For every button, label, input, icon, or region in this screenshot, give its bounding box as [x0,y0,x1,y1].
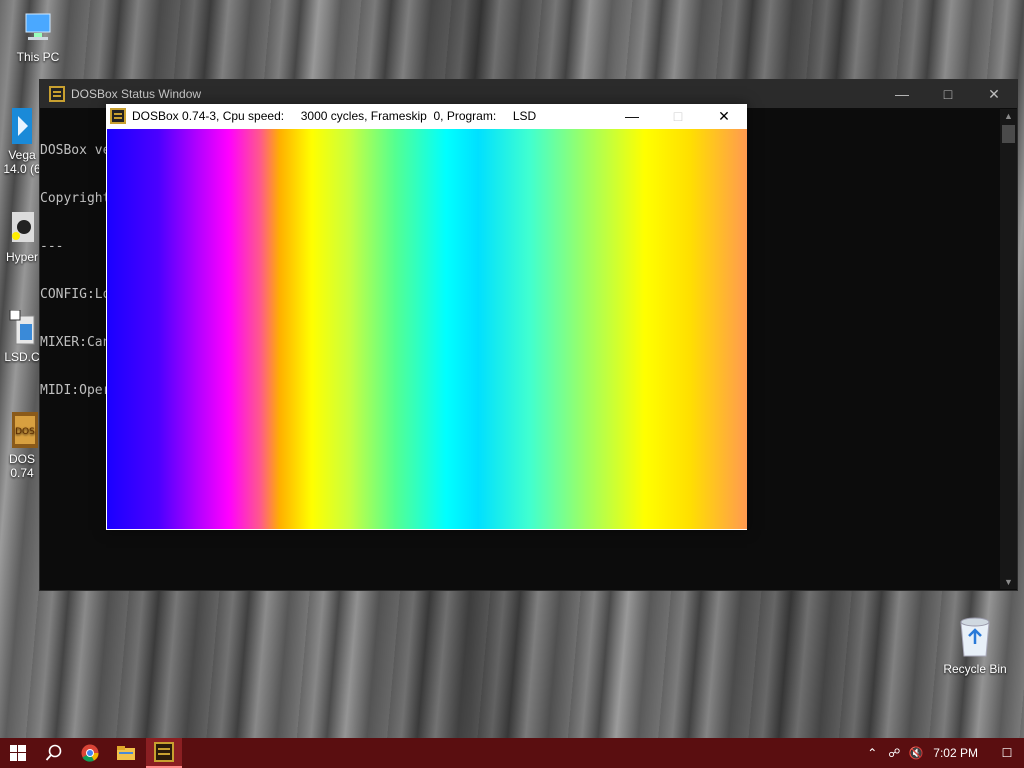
folder-icon [117,746,135,760]
maximize-button: □ [673,108,683,124]
chrome-taskbar-button[interactable] [72,738,108,768]
status-window-title: DOSBox Status Window [71,87,202,101]
dosbox-taskbar-button[interactable] [146,738,182,768]
scroll-thumb[interactable] [1002,125,1015,143]
close-button[interactable]: ✕ [971,80,1017,108]
dosbox-window[interactable]: DOSBox 0.74-3, Cpu speed: 3000 cycles, F… [106,104,747,530]
scroll-up-icon[interactable]: ▲ [1000,109,1017,123]
taskbar: ⌃ ☍ 🔇 7:02 PM ☐ [0,738,1024,768]
dosbox-window-titlebar[interactable]: DOSBox 0.74-3, Cpu speed: 3000 cycles, F… [106,104,747,128]
recycle-bin-label: Recycle Bin [943,662,1007,676]
vegas-icon [6,108,38,146]
minimize-button[interactable]: — [609,104,655,128]
notifications-icon[interactable]: ☐ [990,746,1024,760]
desktop-icon-label: This PC [16,50,60,64]
executable-icon [6,309,38,348]
network-icon[interactable]: ☍ [883,746,905,760]
svg-text:DOS: DOS [15,427,35,437]
scroll-down-icon[interactable]: ▼ [1000,575,1017,589]
dosbox-screen[interactable] [107,129,747,529]
system-tray: ⌃ ☍ 🔇 7:02 PM ☐ [861,738,1024,768]
dosbox-icon [154,742,174,762]
search-icon [45,744,62,761]
clock[interactable]: 7:02 PM [927,746,990,760]
vertical-scrollbar[interactable]: ▲ ▼ [1000,109,1017,589]
minimize-button[interactable]: — [879,80,925,108]
desktop-icon-recycle-bin[interactable]: Recycle Bin [940,614,1010,676]
dosbox-icon: DOS [6,412,38,450]
windows-icon [10,745,26,761]
computer-icon [22,10,54,48]
dosbox-window-title: DOSBox 0.74-3, Cpu speed: 3000 cycles, F… [132,109,537,123]
chrome-icon [81,744,99,762]
desktop-icon-this-pc[interactable]: This PC [2,10,74,64]
recycle-bin-icon [955,614,995,658]
dosbox-app-icon [49,86,65,102]
close-button[interactable]: ✕ [701,104,747,128]
start-button[interactable] [0,738,36,768]
maximize-button[interactable]: □ [925,80,971,108]
volume-muted-icon[interactable]: 🔇 [905,746,927,760]
search-button[interactable] [36,738,72,768]
dosbox-app-icon [110,108,126,124]
hypercam-icon [6,210,38,248]
file-explorer-taskbar-button[interactable] [108,738,144,768]
chevron-up-icon[interactable]: ⌃ [861,746,883,760]
